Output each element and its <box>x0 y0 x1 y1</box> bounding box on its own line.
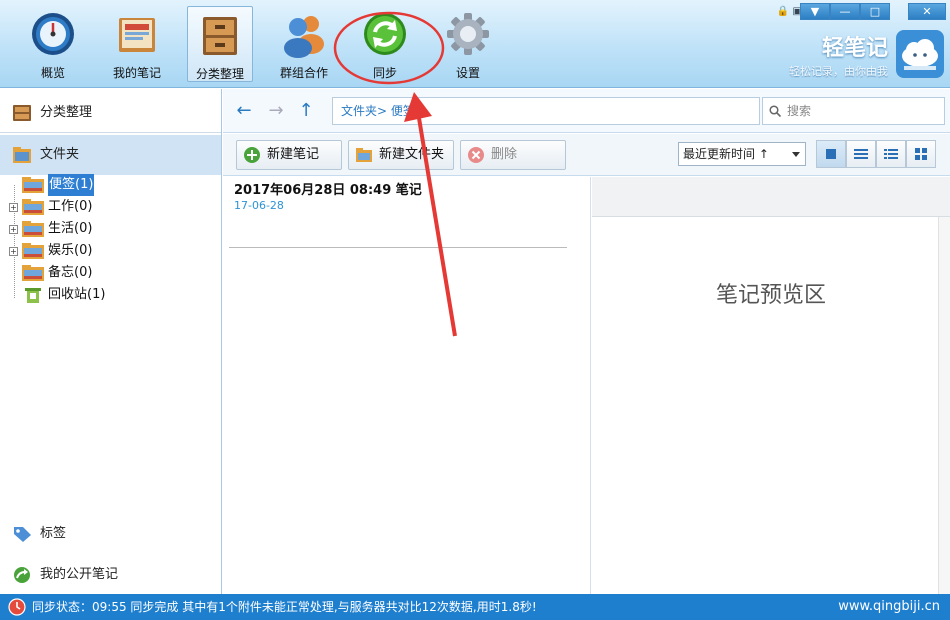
list-divider <box>229 247 567 248</box>
toolbar-label: 概览 <box>40 66 65 80</box>
note-date: 17-06-28 <box>234 199 284 212</box>
expand-icon[interactable]: + <box>9 247 18 256</box>
app-name: 轻笔记 <box>821 36 888 61</box>
folder-icon <box>22 265 44 281</box>
share-icon <box>14 567 30 583</box>
search-icon <box>769 105 781 117</box>
tags-label: 标签 <box>40 526 67 541</box>
chevron-down-icon <box>792 152 800 157</box>
preview-placeholder: 笔记预览区 <box>715 283 826 308</box>
toolbar-label: 设置 <box>455 66 480 80</box>
clock-icon <box>8 598 26 616</box>
toolbar-overview-button[interactable]: 概览 <box>20 6 86 82</box>
dashboard-icon <box>32 13 74 55</box>
toolbar-my-notes-button[interactable]: 我的笔记 <box>104 6 170 82</box>
back-arrow-icon[interactable]: ← <box>234 102 254 122</box>
folder-section-label: 文件夹 <box>40 147 80 162</box>
main-toolbar: 概览 我的笔记 分类整理 群组合作 同步 设置 🔒 ▣ ▼ — □ ✕ 轻笔记 … <box>0 0 950 88</box>
folder-icon <box>356 148 372 162</box>
folder-icon <box>13 147 31 163</box>
delete-icon <box>468 147 484 163</box>
view-single-icon <box>826 149 836 159</box>
status-bar: 同步状态：09:55 同步完成 其中有1个附件未能正常处理,与服务器共对比12次… <box>0 594 950 620</box>
toolbar-label: 同步 <box>372 66 397 80</box>
website-link[interactable]: www.qingbiji.cn <box>838 594 940 620</box>
breadcrumb[interactable]: 文件夹> 便签 <box>332 97 760 125</box>
forward-arrow-icon[interactable]: → <box>266 102 286 122</box>
list-item[interactable]: 2017年06月28日 08:49 笔记 17-06-28 <box>223 177 589 247</box>
expand-icon[interactable]: + <box>9 203 18 212</box>
folder-label: 备忘(0) <box>48 265 93 280</box>
notebook-icon <box>119 18 155 52</box>
folder-icon <box>22 221 44 237</box>
public-notes-label: 我的公开笔记 <box>40 567 119 582</box>
public-notes-link[interactable]: 我的公开笔记 <box>0 560 221 590</box>
cloud-logo-icon <box>896 30 944 78</box>
new-note-label: 新建笔记 <box>267 147 320 162</box>
lock-icon[interactable]: 🔒 ▣ <box>777 6 802 17</box>
note-title: 2017年06月28日 08:49 笔记 <box>234 183 422 198</box>
folder-label: 生活(0) <box>48 221 93 236</box>
preview-pane: 笔记预览区 <box>592 177 950 594</box>
folder-label: 工作(0) <box>48 199 93 214</box>
window-maximize-button[interactable]: □ <box>860 3 890 20</box>
expand-icon[interactable]: + <box>9 225 18 234</box>
view-grid-icon <box>915 148 927 160</box>
sort-dropdown[interactable]: 最近更新时间 ↑ <box>678 142 806 166</box>
sync-icon <box>364 13 406 55</box>
app-slogan: 轻松记录，由你由我 <box>789 65 888 78</box>
folder-icon <box>22 243 44 259</box>
sync-status-text: 同步状态：09:55 同步完成 其中有1个附件未能正常处理,与服务器共对比12次… <box>32 600 537 614</box>
toolbar-label: 我的笔记 <box>112 66 161 80</box>
search-placeholder: 搜索 <box>787 104 812 118</box>
delete-button[interactable]: 删除 <box>460 140 566 170</box>
new-note-button[interactable]: 新建笔记 <box>236 140 342 170</box>
navigation-bar: ← → ↑ 文件夹> 便签 搜索 <box>223 89 950 133</box>
view-detail-icon <box>884 149 898 159</box>
group-icon <box>284 16 324 58</box>
toolbar-settings-button[interactable]: 设置 <box>435 6 501 82</box>
tree-connector <box>14 185 15 298</box>
view-detail-button[interactable] <box>876 140 906 168</box>
tag-icon <box>14 527 31 542</box>
toolbar-label: 群组合作 <box>279 66 328 80</box>
folder-label: 娱乐(0) <box>48 243 93 258</box>
cabinet-icon <box>13 105 31 121</box>
search-input[interactable]: 搜索 <box>762 97 945 125</box>
view-list-icon <box>854 149 868 159</box>
tags-link[interactable]: 标签 <box>0 519 221 549</box>
sort-value: 最近更新时间 ↑ <box>683 147 769 161</box>
organize-header[interactable]: 分类整理 <box>0 93 221 133</box>
organize-header-label: 分类整理 <box>40 105 93 120</box>
action-bar: 新建笔记 新建文件夹 删除 最近更新时间 ↑ <box>223 134 950 176</box>
new-folder-label: 新建文件夹 <box>379 147 445 162</box>
window-menu-button[interactable]: ▼ <box>800 3 830 20</box>
cabinet-icon <box>203 17 237 55</box>
note-list: 2017年06月28日 08:49 笔记 17-06-28 <box>223 177 591 594</box>
left-panel: 分类整理 文件夹 便签(1) + 工作(0) + 生活(0) + 娱乐(0) 备… <box>0 89 222 594</box>
toolbar-label: 分类整理 <box>195 67 244 81</box>
view-single-button[interactable] <box>816 140 846 168</box>
toolbar-group-button[interactable]: 群组合作 <box>271 6 337 82</box>
toolbar-sync-button[interactable]: 同步 <box>352 6 418 82</box>
preview-header <box>592 177 950 217</box>
window-minimize-button[interactable]: — <box>830 3 860 20</box>
window-close-button[interactable]: ✕ <box>908 3 946 20</box>
toolbar-organize-button[interactable]: 分类整理 <box>187 6 253 82</box>
preview-scrollbar[interactable] <box>938 217 950 594</box>
folder-icon <box>22 177 44 193</box>
new-folder-button[interactable]: 新建文件夹 <box>348 140 454 170</box>
view-grid-button[interactable] <box>906 140 936 168</box>
add-icon <box>244 147 260 163</box>
delete-label: 删除 <box>491 147 518 162</box>
gear-icon <box>447 13 489 55</box>
view-list-button[interactable] <box>846 140 876 168</box>
folder-label: 便签(1) <box>48 174 95 196</box>
folder-label: 回收站(1) <box>48 287 106 302</box>
recycle-bin-icon <box>25 288 41 303</box>
folder-section-header[interactable]: 文件夹 <box>0 135 221 175</box>
up-arrow-icon[interactable]: ↑ <box>296 102 316 122</box>
folder-icon <box>22 199 44 215</box>
